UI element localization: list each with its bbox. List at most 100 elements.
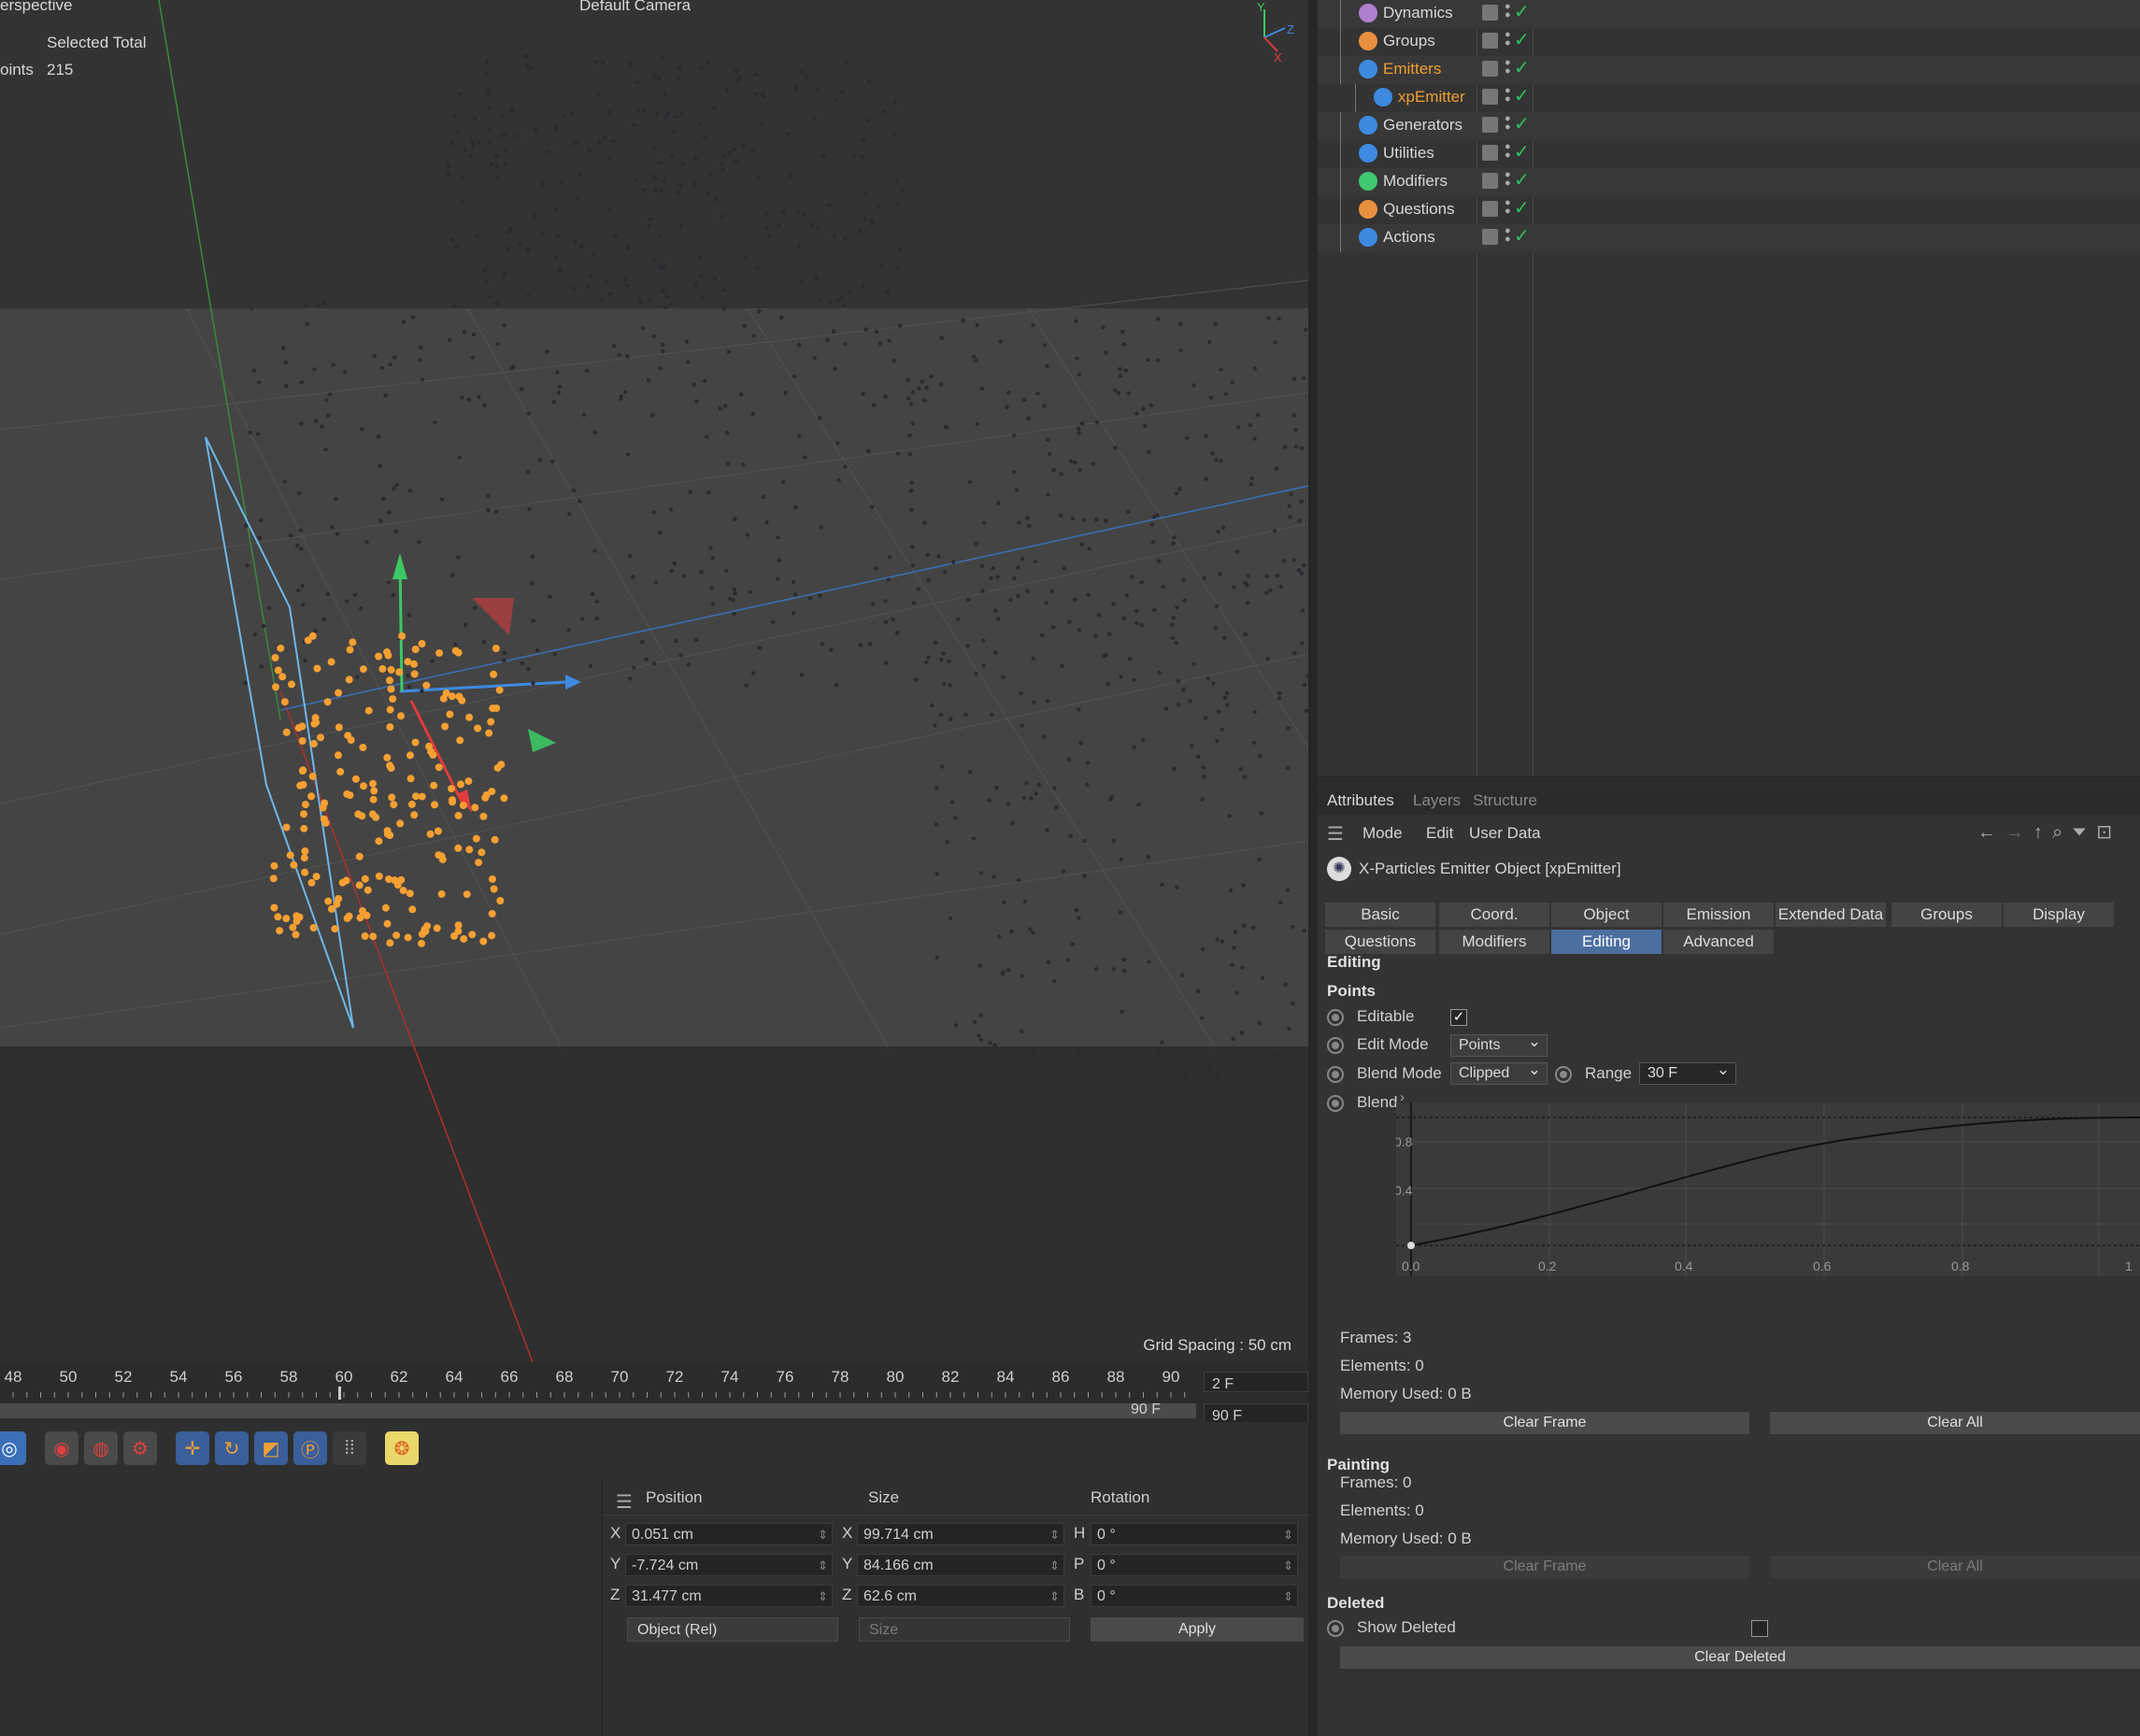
- edit-toggle-icon[interactable]: [1482, 201, 1498, 217]
- scale-icon[interactable]: ◩: [254, 1431, 288, 1465]
- back-arrow-icon[interactable]: ←: [1977, 822, 2005, 843]
- tab-modifiers[interactable]: Modifiers: [1439, 930, 1549, 954]
- range-anim-toggle[interactable]: [1555, 1066, 1572, 1083]
- edit-toggle-icon[interactable]: [1482, 89, 1498, 105]
- edit-toggle-icon[interactable]: [1482, 5, 1498, 21]
- enabled-check-icon[interactable]: ✓: [1514, 168, 1530, 192]
- apply-button[interactable]: Apply: [1091, 1617, 1304, 1642]
- show-deleted-anim-toggle[interactable]: [1327, 1620, 1344, 1637]
- edit-mode-anim-toggle[interactable]: [1327, 1037, 1344, 1054]
- om-item-generators[interactable]: Generators ● ● ✓: [1318, 112, 2140, 140]
- panel-divider[interactable]: [1308, 0, 1318, 1736]
- edit-toggle-icon[interactable]: [1482, 173, 1498, 189]
- painting-clear-all-button[interactable]: Clear All: [1770, 1556, 2140, 1578]
- menu-user-data[interactable]: User Data: [1469, 824, 1541, 843]
- painting-clear-frame-button[interactable]: Clear Frame: [1340, 1556, 1749, 1578]
- blend-mode-anim-toggle[interactable]: [1327, 1066, 1344, 1083]
- lock-icon[interactable]: ⊡: [2096, 822, 2121, 843]
- record-icon[interactable]: ◉: [45, 1431, 78, 1465]
- enabled-check-icon[interactable]: ✓: [1514, 56, 1530, 79]
- tab-attributes[interactable]: Attributes: [1327, 791, 1394, 810]
- filter-icon[interactable]: ⏷: [2072, 822, 2096, 843]
- edit-toggle-icon[interactable]: [1482, 61, 1498, 77]
- clear-frame-button[interactable]: Clear Frame: [1340, 1412, 1749, 1434]
- tab-basic[interactable]: Basic: [1325, 903, 1435, 927]
- rss-icon[interactable]: ◎: [0, 1431, 26, 1465]
- tab-advanced[interactable]: Advanced: [1663, 930, 1774, 954]
- enabled-check-icon[interactable]: ✓: [1514, 28, 1530, 51]
- forward-arrow-icon[interactable]: →: [2005, 822, 2033, 843]
- search-icon[interactable]: ⌕: [2052, 822, 2072, 843]
- menu-edit[interactable]: Edit: [1426, 824, 1453, 843]
- playhead[interactable]: [338, 1387, 341, 1400]
- autokey-icon[interactable]: ◍: [84, 1431, 118, 1465]
- visibility-dots-icon[interactable]: ● ●: [1505, 86, 1511, 105]
- position-x-field[interactable]: 0.051 cm: [625, 1523, 833, 1546]
- rotation-b-field[interactable]: 0 °: [1091, 1585, 1298, 1608]
- clear-all-button[interactable]: Clear All: [1770, 1412, 2140, 1434]
- visibility-dots-icon[interactable]: ● ●: [1505, 226, 1511, 245]
- tab-emission[interactable]: Emission: [1663, 903, 1774, 927]
- visibility-dots-icon[interactable]: ● ●: [1505, 170, 1511, 189]
- om-item-utilities[interactable]: Utilities ● ● ✓: [1318, 140, 2140, 168]
- menu-mode[interactable]: Mode: [1362, 824, 1403, 843]
- position-y-field[interactable]: -7.724 cm: [625, 1554, 833, 1577]
- tab-object[interactable]: Object: [1551, 903, 1662, 927]
- parameter-icon[interactable]: Ⓟ: [293, 1431, 327, 1465]
- blend-anim-toggle[interactable]: [1327, 1095, 1344, 1112]
- visibility-dots-icon[interactable]: ● ●: [1505, 30, 1511, 49]
- end-frame-field[interactable]: 90 F: [1204, 1403, 1308, 1424]
- move-icon[interactable]: ✛: [176, 1431, 209, 1465]
- tab-layers[interactable]: Layers: [1413, 791, 1461, 810]
- position-z-field[interactable]: 31.477 cm: [625, 1585, 833, 1608]
- keyframe-settings-icon[interactable]: ⚙: [123, 1431, 157, 1465]
- tab-groups[interactable]: Groups: [1891, 903, 2002, 927]
- om-item-emitters[interactable]: Emitters ● ● ✓: [1318, 56, 2140, 84]
- edit-toggle-icon[interactable]: [1482, 117, 1498, 133]
- visibility-dots-icon[interactable]: ● ●: [1505, 142, 1511, 161]
- clear-deleted-button[interactable]: Clear Deleted: [1340, 1646, 2140, 1669]
- enabled-check-icon[interactable]: ✓: [1514, 84, 1530, 107]
- show-deleted-checkbox[interactable]: [1751, 1620, 1768, 1637]
- size-y-field[interactable]: 84.166 cm: [857, 1554, 1064, 1577]
- range-slider[interactable]: [0, 1403, 1196, 1418]
- 3d-viewport[interactable]: Y Z X erspective Default Camera Selected…: [0, 0, 1308, 1362]
- tab-questions[interactable]: Questions: [1325, 930, 1435, 954]
- coordinate-mode-select[interactable]: Object (Rel): [627, 1617, 838, 1642]
- visibility-dots-icon[interactable]: ● ●: [1505, 114, 1511, 133]
- editable-checkbox[interactable]: ✓: [1450, 1009, 1467, 1026]
- edit-toggle-icon[interactable]: [1482, 145, 1498, 161]
- points-grid-icon[interactable]: ⁞⁞: [333, 1431, 366, 1465]
- edit-toggle-icon[interactable]: [1482, 33, 1498, 49]
- enabled-check-icon[interactable]: ✓: [1514, 0, 1530, 23]
- blend-mode-dropdown[interactable]: Clipped: [1450, 1060, 1548, 1085]
- size-mode-select[interactable]: Size: [859, 1617, 1070, 1642]
- editable-anim-toggle[interactable]: [1327, 1009, 1344, 1026]
- blend-spline-graph[interactable]: 0.8 0.4 0.0 0.2 0.4 0.6 0.8 1: [1394, 1103, 2140, 1276]
- enabled-check-icon[interactable]: ✓: [1514, 140, 1530, 164]
- camera-name[interactable]: Default Camera: [579, 0, 691, 15]
- enabled-check-icon[interactable]: ✓: [1514, 112, 1530, 135]
- size-x-field[interactable]: 99.714 cm: [857, 1523, 1064, 1546]
- rotate-icon[interactable]: ↻: [215, 1431, 249, 1465]
- enabled-check-icon[interactable]: ✓: [1514, 196, 1530, 220]
- tab-display[interactable]: Display: [2004, 903, 2114, 927]
- om-item-questions[interactable]: Questions ● ● ✓: [1318, 196, 2140, 224]
- visibility-dots-icon[interactable]: ● ●: [1505, 2, 1511, 21]
- om-item-actions[interactable]: Actions ● ● ✓: [1318, 224, 2140, 252]
- visibility-dots-icon[interactable]: ● ●: [1505, 198, 1511, 217]
- om-item-modifiers[interactable]: Modifiers ● ● ✓: [1318, 168, 2140, 196]
- size-z-field[interactable]: 62.6 cm: [857, 1585, 1064, 1608]
- view-name[interactable]: erspective: [0, 0, 72, 15]
- up-arrow-icon[interactable]: ↑: [2033, 822, 2052, 843]
- tab-editing[interactable]: Editing: [1551, 930, 1662, 954]
- xp-cache-icon[interactable]: ❂: [385, 1431, 419, 1465]
- edit-toggle-icon[interactable]: [1482, 229, 1498, 245]
- rotation-p-field[interactable]: 0 °: [1091, 1554, 1298, 1577]
- tab-structure[interactable]: Structure: [1473, 791, 1537, 810]
- rotation-h-field[interactable]: 0 °: [1091, 1523, 1298, 1546]
- enabled-check-icon[interactable]: ✓: [1514, 224, 1530, 248]
- edit-mode-dropdown[interactable]: Points: [1450, 1032, 1548, 1057]
- visibility-dots-icon[interactable]: ● ●: [1505, 58, 1511, 77]
- om-item-xpemitter[interactable]: xpEmitter ● ● ✓: [1318, 84, 2140, 112]
